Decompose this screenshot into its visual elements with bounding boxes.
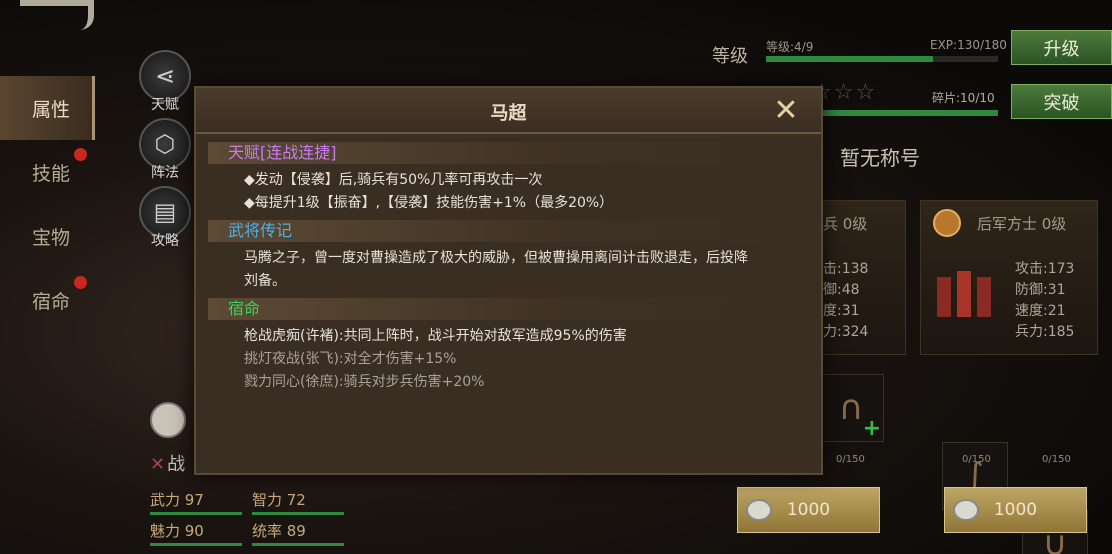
side-button-formation[interactable]: ⬡ 阵法 bbox=[138, 118, 192, 182]
talent-line: ◆每提升1级【振奋】,【侵袭】技能伤害+1%（最多20%） bbox=[244, 195, 614, 211]
side-button-talent[interactable]: ⋖ 天赋 bbox=[138, 50, 192, 114]
fragment-text: 碎片:10/10 bbox=[932, 91, 995, 105]
side-button-label: 天赋 bbox=[151, 97, 179, 113]
stat-label: 统率 89 bbox=[252, 522, 306, 540]
stat-label: 武力 97 bbox=[150, 491, 204, 509]
crossed-swords-close-icon: ✕ bbox=[773, 93, 799, 128]
swords-icon: ✕ bbox=[150, 454, 166, 475]
stat-bar bbox=[252, 512, 344, 515]
level-label: 等级 bbox=[712, 46, 748, 67]
nav-item-label: 技能 bbox=[32, 162, 71, 185]
exp-progress-bar bbox=[766, 56, 998, 62]
stat-leadership: 统率 89 bbox=[252, 520, 344, 546]
troop-stat: 速度:21 bbox=[1015, 303, 1066, 319]
cost-amount: 1000 bbox=[993, 500, 1038, 520]
troop-card-name: 兵 0级 bbox=[823, 215, 868, 233]
biography-heading: 武将传记 bbox=[208, 220, 804, 242]
soldier-group-icon bbox=[935, 267, 999, 323]
troop-stat: 击:138 bbox=[823, 261, 869, 277]
side-button-guide[interactable]: ▤ 攻略 bbox=[138, 186, 192, 250]
troop-stat: 防御:31 bbox=[1015, 282, 1066, 298]
section-heading-text: 武将传记 bbox=[228, 221, 293, 240]
fate-line: 挑灯夜战(张飞):对全才伤害+15% bbox=[244, 351, 457, 367]
troop-stat: 御:48 bbox=[823, 282, 860, 298]
breakthrough-button[interactable]: 突破 bbox=[1011, 84, 1112, 119]
slot-count: 0/150 bbox=[836, 454, 865, 465]
notification-dot bbox=[74, 148, 87, 161]
stat-force: 武力 97 bbox=[150, 489, 242, 515]
fate-heading: 宿命 bbox=[208, 298, 804, 320]
dialog-header: 马超 ✕ bbox=[196, 88, 821, 134]
biography-line: 马腾之子，曾一度对曹操造成了极大的威胁，但被曹操用离间计击败退走，后投降 bbox=[244, 250, 748, 266]
side-button-label: 阵法 bbox=[151, 165, 179, 181]
nav-item-treasure[interactable]: 宝物 bbox=[0, 204, 95, 268]
exp-progress-fill bbox=[766, 56, 934, 62]
section-heading-text: 宿命 bbox=[228, 299, 261, 318]
equipment-slot[interactable]: ∩ + bbox=[818, 374, 884, 442]
stat-bar bbox=[150, 512, 242, 515]
stat-label: 智力 72 bbox=[252, 491, 306, 509]
troop-stat: 力:324 bbox=[823, 324, 869, 340]
troop-card-left[interactable]: 兵 0级 击:138 御:48 度:31 力:324 bbox=[822, 200, 906, 355]
fate-line: 枪战虎痴(许褚):共同上阵时，战斗开始对敌军造成95%的伤害 bbox=[244, 328, 627, 344]
hero-title: 暂无称号 bbox=[840, 146, 920, 170]
troop-card-right[interactable]: 后军方士 0级 攻击:173 防御:31 速度:21 兵力:185 bbox=[920, 200, 1098, 355]
nav-item-label: 宿命 bbox=[32, 290, 71, 313]
troop-stat: 攻击:173 bbox=[1015, 261, 1075, 277]
coin-icon bbox=[746, 499, 772, 521]
cost-button[interactable]: 1000 bbox=[944, 487, 1087, 533]
fragment-progress-bar bbox=[820, 110, 998, 116]
cost-amount: 1000 bbox=[786, 500, 831, 520]
add-icon: + bbox=[862, 416, 881, 441]
cost-button[interactable]: 1000 bbox=[737, 487, 880, 533]
slot-count: 0/150 bbox=[1042, 454, 1071, 465]
dialog-body: 天赋[连战连捷] ◆发动【侵袭】后,骑兵有50%几率可再攻击一次 ◆每提升1级【… bbox=[196, 138, 821, 473]
stat-bar bbox=[150, 543, 242, 546]
fate-line: 戮力同心(徐庶):骑兵对步兵伤害+20% bbox=[244, 374, 485, 390]
slot-count: 0/150 bbox=[962, 454, 991, 465]
troop-stat: 兵力:185 bbox=[1015, 324, 1075, 340]
stat-label: 魅力 90 bbox=[150, 522, 204, 540]
talent-line: ◆发动【侵袭】后,骑兵有50%几率可再攻击一次 bbox=[244, 172, 543, 188]
left-nav: 属性 技能 宝物 宿命 bbox=[0, 76, 95, 332]
nav-item-fate[interactable]: 宿命 bbox=[0, 268, 95, 332]
nav-item-label: 宝物 bbox=[32, 226, 71, 249]
level-text: 等级:4/9 bbox=[766, 40, 814, 54]
troop-stat: 度:31 bbox=[823, 303, 860, 319]
dialog-title: 马超 bbox=[490, 103, 527, 124]
general-badge-icon bbox=[150, 402, 186, 438]
side-button-label: 攻略 bbox=[151, 233, 179, 249]
section-heading-text: 天赋[连战连捷] bbox=[228, 143, 337, 162]
coin-icon bbox=[953, 499, 979, 521]
stat-intelligence: 智力 72 bbox=[252, 489, 344, 515]
exp-text: EXP:130/180 bbox=[930, 38, 1007, 52]
back-button[interactable] bbox=[20, 0, 94, 30]
talent-heading: 天赋[连战连捷] bbox=[208, 142, 804, 164]
battle-label: ✕ 战 bbox=[150, 450, 185, 476]
unit-emblem-icon bbox=[933, 209, 961, 237]
troop-card-name: 后军方士 0级 bbox=[977, 215, 1067, 233]
upgrade-button[interactable]: 升级 bbox=[1011, 30, 1112, 65]
nav-item-label: 属性 bbox=[32, 98, 71, 121]
hero-info-dialog: 马超 ✕ 天赋[连战连捷] ◆发动【侵袭】后,骑兵有50%几率可再攻击一次 ◆每… bbox=[194, 86, 823, 475]
stat-bar bbox=[252, 543, 344, 546]
close-button[interactable]: ✕ bbox=[769, 94, 803, 128]
stirrup-icon: ∩ bbox=[838, 388, 864, 428]
stat-charisma: 魅力 90 bbox=[150, 520, 242, 546]
biography-line: 刘备。 bbox=[244, 273, 286, 289]
nav-item-skills[interactable]: 技能 bbox=[0, 140, 95, 204]
battle-text: 战 bbox=[167, 454, 186, 475]
notification-dot bbox=[74, 276, 87, 289]
nav-item-attributes[interactable]: 属性 bbox=[0, 76, 95, 140]
